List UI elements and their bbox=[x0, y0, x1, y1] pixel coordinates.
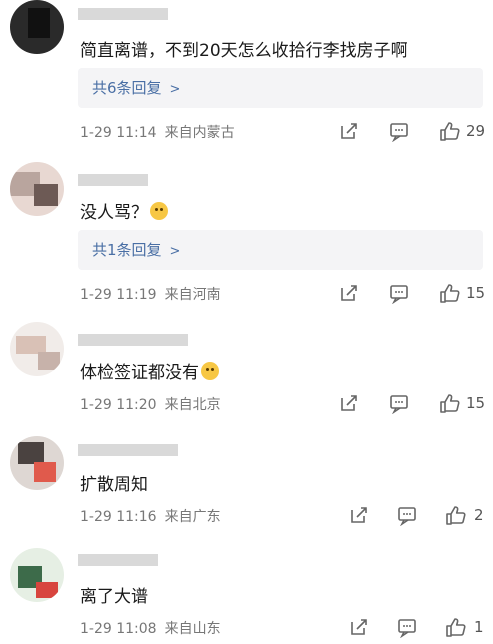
comment-actions: 15 bbox=[338, 392, 488, 416]
comment-text: 扩散周知 bbox=[80, 475, 148, 495]
share-icon[interactable] bbox=[348, 616, 370, 638]
share-icon[interactable] bbox=[348, 504, 370, 526]
dog-emoji-icon bbox=[150, 202, 168, 220]
comment-location: 来自河南 bbox=[164, 287, 221, 303]
comment-icon[interactable] bbox=[396, 504, 418, 527]
comment-actions: 1 bbox=[338, 616, 488, 640]
avatar[interactable] bbox=[10, 0, 64, 54]
comment-actions: 15 bbox=[338, 282, 488, 306]
comment-actions: 2 bbox=[338, 504, 488, 528]
thumbs-up-icon[interactable] bbox=[438, 282, 460, 304]
view-replies-link[interactable]: 共6条回复 > bbox=[78, 68, 483, 108]
thumbs-up-icon[interactable] bbox=[438, 120, 460, 142]
replies-count: 共1条回复 bbox=[92, 241, 162, 259]
smile-emoji-icon bbox=[201, 362, 219, 380]
share-icon[interactable] bbox=[338, 392, 360, 414]
comment-text-body: 没人骂？ bbox=[80, 203, 148, 223]
comment-time: 1-29 11:14 bbox=[80, 125, 157, 141]
chevron-right-icon: > bbox=[169, 82, 181, 97]
comment-meta: 1-29 11:08 来自山东 bbox=[80, 618, 221, 638]
thumbs-up-icon[interactable] bbox=[438, 392, 460, 414]
comment-text: 简直离谱，不到20天怎么收拾行李找房子啊 bbox=[80, 41, 408, 61]
like-count: 1 bbox=[474, 618, 484, 636]
comment-icon[interactable] bbox=[388, 120, 410, 143]
avatar[interactable] bbox=[10, 548, 64, 602]
chevron-right-icon: > bbox=[169, 244, 181, 259]
comment-location: 来自山东 bbox=[164, 621, 221, 637]
view-replies-link[interactable]: 共1条回复 > bbox=[78, 230, 483, 270]
comment-text: 离了大谱 bbox=[80, 587, 148, 607]
comment-time: 1-29 11:20 bbox=[80, 397, 157, 413]
comment-time: 1-29 11:08 bbox=[80, 621, 157, 637]
thumbs-up-icon[interactable] bbox=[444, 504, 466, 526]
comment-icon[interactable] bbox=[388, 282, 410, 305]
like-count: 29 bbox=[466, 122, 486, 140]
comment-time: 1-29 11:19 bbox=[80, 287, 157, 303]
comment-icon[interactable] bbox=[388, 392, 410, 415]
like-count: 15 bbox=[466, 394, 486, 412]
avatar[interactable] bbox=[10, 162, 64, 216]
like-count: 15 bbox=[466, 284, 486, 302]
comment-location: 来自广东 bbox=[164, 509, 221, 525]
share-icon[interactable] bbox=[338, 120, 360, 142]
avatar[interactable] bbox=[10, 322, 64, 376]
comment-text: 体检签证都没有 bbox=[80, 358, 219, 383]
comment-location: 来自北京 bbox=[164, 397, 221, 413]
comment-meta: 1-29 11:14 来自内蒙古 bbox=[80, 122, 235, 142]
comment-meta: 1-29 11:16 来自广东 bbox=[80, 506, 221, 526]
comment-meta: 1-29 11:20 来自北京 bbox=[80, 394, 221, 414]
like-count: 2 bbox=[474, 506, 484, 524]
avatar[interactable] bbox=[10, 436, 64, 490]
comment-location: 来自内蒙古 bbox=[164, 125, 235, 141]
share-icon[interactable] bbox=[338, 282, 360, 304]
thumbs-up-icon[interactable] bbox=[444, 616, 466, 638]
comment-text-body: 体检签证都没有 bbox=[80, 363, 199, 383]
comment-time: 1-29 11:16 bbox=[80, 509, 157, 525]
comment-text: 没人骂？ bbox=[80, 198, 168, 223]
replies-count: 共6条回复 bbox=[92, 79, 162, 97]
comment-meta: 1-29 11:19 来自河南 bbox=[80, 284, 221, 304]
comment-actions: 29 bbox=[338, 120, 488, 144]
comment-icon[interactable] bbox=[396, 616, 418, 639]
